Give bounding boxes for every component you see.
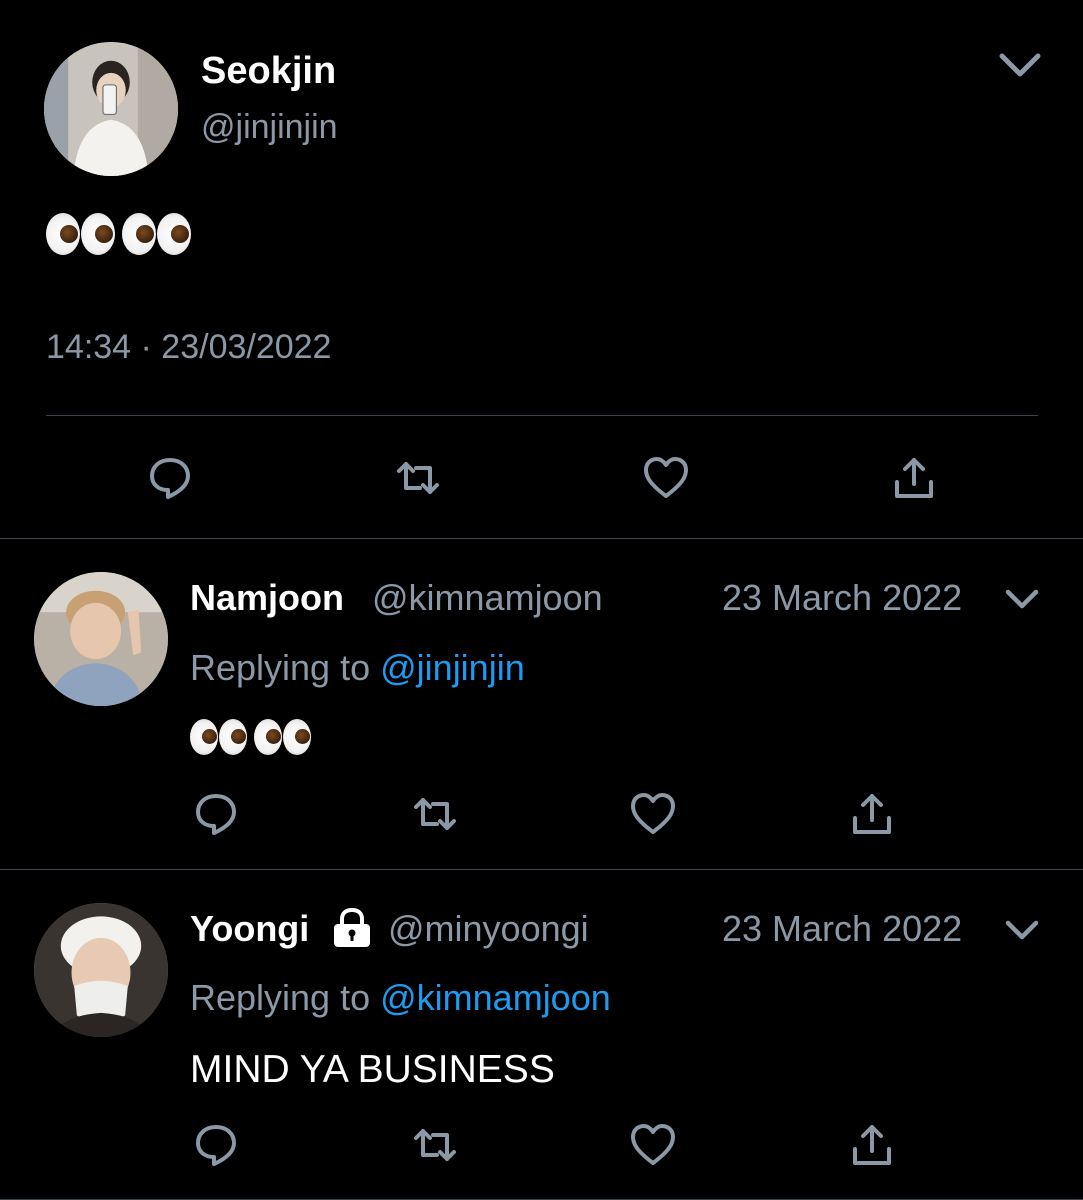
avatar-image (44, 42, 178, 176)
share-button[interactable] (842, 784, 902, 844)
reply-icon (150, 458, 190, 499)
reply-tweet: Namjoon @kimnamjoon 23 March 2022 Replyi… (0, 539, 1083, 869)
like-button[interactable] (623, 784, 683, 844)
tweet-emoji (46, 213, 198, 255)
reply-button[interactable] (186, 1115, 246, 1175)
replying-to-label: Replying to (190, 647, 371, 688)
replying-to-link[interactable]: @kimnamjoon (380, 977, 611, 1018)
share-icon (853, 794, 891, 834)
author-name[interactable]: Namjoon (190, 577, 344, 619)
like-icon (631, 793, 675, 834)
avatar[interactable] (34, 903, 168, 1037)
share-icon (853, 1125, 891, 1165)
like-icon (644, 457, 688, 498)
retweet-icon (414, 798, 456, 830)
avatar[interactable] (44, 42, 178, 176)
author-name[interactable]: Seokjin (201, 50, 336, 93)
avatar-image (34, 903, 168, 1037)
tweet-timestamp[interactable]: 14:34 · 23/03/2022 (46, 328, 331, 367)
author-handle[interactable]: @jinjinjin (201, 108, 338, 147)
reply-tweet: Yoongi @minyoongi 23 March 2022 Replying… (0, 870, 1083, 1200)
reply-date[interactable]: 23 March 2022 (722, 577, 962, 619)
share-icon (895, 458, 933, 498)
author-name[interactable]: Yoongi (190, 908, 309, 950)
like-button[interactable] (623, 1115, 683, 1175)
tweet-text: MIND YA BUSINESS (190, 1048, 555, 1091)
retweet-button[interactable] (405, 1115, 465, 1175)
retweet-icon (414, 1129, 456, 1161)
chevron-down-icon[interactable] (998, 50, 1042, 80)
eyes-emoji (46, 213, 116, 255)
like-icon (631, 1124, 675, 1165)
divider (46, 415, 1038, 416)
reply-date[interactable]: 23 March 2022 (722, 908, 962, 950)
main-tweet: Seokjin @jinjinjin 👀👀 14:34 · 23/03/2022 (0, 0, 1083, 538)
chevron-down-icon[interactable] (1004, 918, 1040, 942)
lock-icon (330, 907, 374, 948)
avatar-image (34, 572, 168, 706)
author-handle[interactable]: @minyoongi (388, 908, 589, 950)
reply-icon (196, 1125, 236, 1166)
replying-to: Replying to @jinjinjin (190, 647, 525, 689)
chevron-down-icon[interactable] (1004, 587, 1040, 611)
eyes-emoji (254, 719, 312, 755)
retweet-icon (397, 462, 439, 494)
replying-to-link[interactable]: @jinjinjin (380, 647, 525, 688)
replying-to-label: Replying to (190, 977, 371, 1018)
eyes-emoji (122, 213, 192, 255)
share-button[interactable] (884, 448, 944, 508)
like-button[interactable] (636, 448, 696, 508)
eyes-emoji (190, 719, 248, 755)
author-handle[interactable]: @kimnamjoon (372, 577, 603, 619)
retweet-button[interactable] (405, 784, 465, 844)
reply-icon (196, 794, 236, 835)
reply-button[interactable] (140, 448, 200, 508)
replying-to: Replying to @kimnamjoon (190, 977, 611, 1019)
reply-button[interactable] (186, 784, 246, 844)
avatar[interactable] (34, 572, 168, 706)
tweet-emoji (190, 719, 318, 755)
share-button[interactable] (842, 1115, 902, 1175)
retweet-button[interactable] (388, 448, 448, 508)
